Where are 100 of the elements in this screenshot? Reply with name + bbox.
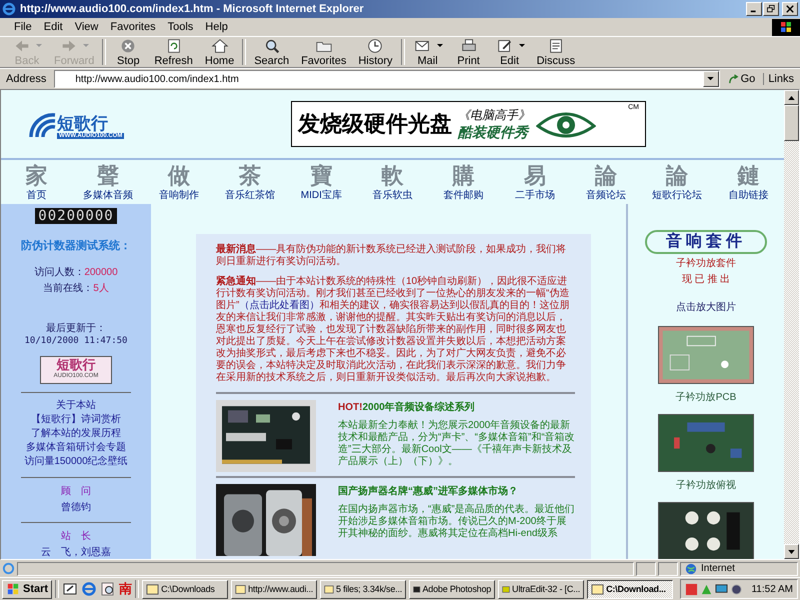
promo-text: 子衿功放套件 [676, 256, 736, 270]
section-heading: 音响套件 [645, 230, 767, 254]
updated-time: 10/10/2000 11:47:50 [24, 336, 128, 346]
desktop-icon[interactable] [62, 581, 78, 597]
app-icon [591, 582, 604, 596]
security-zone: Internet [701, 563, 735, 574]
house-icon [210, 37, 230, 55]
restore-button[interactable] [763, 2, 779, 16]
advisor-name: 曾德钧 [61, 501, 91, 514]
windows-logo-icon [6, 583, 20, 595]
links-button[interactable]: Links [763, 73, 798, 85]
discuss-button[interactable]: Discuss [530, 38, 582, 66]
admin-names: 云 飞，刘恩嘉 [41, 546, 111, 559]
article-summary: 本站最新全力奉献！为您展示2000年音频设备的最新技术和最酷产品，分为“声卡”、“多媒体音箱”和“音箱改造”三大部分。最新Cool文——《千禧年声卡新技术及产品展示（上）（下）》。 [338, 420, 575, 468]
globe-icon [685, 562, 697, 574]
visits-label: 访问人数： [34, 267, 84, 278]
sidebar-link[interactable]: 访问量150000纪念壁纸 [24, 455, 128, 469]
logo-text: 短歌行 [57, 115, 108, 133]
refresh-button[interactable]: Refresh [148, 38, 199, 66]
article-title[interactable]: HOT!2000年音频设备综述系列 [338, 400, 575, 414]
scrollbar[interactable] [784, 90, 799, 559]
taskbar-button[interactable]: C:\Download... [587, 580, 674, 598]
tray-icon[interactable] [730, 582, 744, 596]
menu-item[interactable]: Favorites [104, 21, 162, 33]
minimize-button[interactable] [746, 2, 762, 16]
windows-logo-icon [772, 18, 800, 36]
news-paragraph: 最新消息——具有防伪功能的新计数系统已经进入测试阶段，如果成功，我们将则日重新进行有奖访问活动。 [216, 244, 567, 268]
article-summary: 在国内扬声器市场，“惠威”是高品质的代表。最近他们开始涉足多媒体音箱市场。传说已久的M-200终于展开其神秘的面纱。惠威将其定位在高档Hi-end级系 [338, 504, 575, 540]
visits-value: 200000 [84, 267, 118, 278]
nav-link[interactable]: 鏈 自助链接 [712, 160, 784, 204]
scroll-down-icon [788, 550, 795, 554]
image-link[interactable]: （点击此处看图） [239, 300, 320, 311]
start-button[interactable]: Start [2, 580, 52, 598]
app-icon [324, 582, 334, 596]
nav-link[interactable]: 論 短歌行论坛 [642, 160, 713, 204]
status-pane [636, 562, 656, 576]
nav-link[interactable]: 易 二手市场 [499, 160, 570, 204]
monitor-icon[interactable] [715, 582, 728, 596]
menu-item[interactable]: Help [199, 21, 234, 33]
taskbar-button[interactable]: C:\Downloads [142, 580, 228, 598]
article-title[interactable]: 国产扬声器名牌“惠威”进军多媒体市场？ [338, 484, 575, 498]
history-button[interactable]: History [352, 38, 399, 66]
mail-button[interactable]: Mail [406, 38, 449, 66]
advisor-heading: 顾 问 [61, 485, 91, 498]
tray-icon[interactable] [685, 582, 698, 596]
restore-icon [767, 5, 775, 13]
online-label: 当前在线： [43, 283, 94, 294]
address-field[interactable]: http://www.audio100.com/index1.htm [54, 70, 720, 88]
image-caption: 子衿功放俯视 [676, 478, 736, 492]
print-button[interactable]: Print [448, 38, 489, 66]
sidebar-link[interactable]: 【短歌行】诗词赏析 [31, 413, 121, 427]
sidebar-link[interactable]: 多媒体音箱研讨会专题 [26, 441, 126, 455]
nav-link[interactable]: 做 音响制作 [143, 160, 215, 204]
hint-text: 点击放大图片 [676, 300, 736, 314]
scroll-thumb[interactable] [784, 105, 799, 141]
taskbar-button[interactable]: 5 files; 3.34k/se... [320, 580, 406, 598]
taskbar-button[interactable]: UltraEdit-32 - [C... [498, 580, 584, 598]
news-paragraph: 紧急通知——由于本站计数系统的特殊性（10秒钟自动刷新），因此很不适应进行计数有奖访问活动。刚才我们甚至已经收到了一位热心的朋友发来的一幅“伪造图片”（点击此处看图）和相关的建议，确实很容易达到以假乱真的目的！这位朋友的来信让我们非常感激，谢谢他的提醒。其实昨天贴出有奖访问的消息以后，恩寒也反复经行了试验，也发现了计数器缺陷所带来的副作用，同时很多网友也对此提出了质疑。今天上午在尝试修改计数器设置并失败以后，本想把活动方案改为抽奖形式，最后考虑下来也不稳妥。因此，为了对广大网友负责，避免不必要的误会，本站特决定及时取消此次活动，在此我们表示深深的歉意。我们力争在采用新的技术系统之后，则日重新开设类似活动。最后再次向大家说抱歉。 [216, 276, 570, 384]
go-button[interactable]: Go [724, 73, 760, 85]
sidebar-link[interactable]: 了解本站的发展历程 [31, 427, 121, 441]
clock: 11:52 AM [751, 584, 793, 594]
banner-magazine: 《电脑高手》 [458, 106, 530, 124]
go-arrow-icon [728, 74, 739, 84]
app-icon [235, 582, 246, 596]
stop-button[interactable]: Stop [108, 38, 148, 66]
app-icon [146, 582, 160, 596]
admin-heading: 站 长 [61, 530, 91, 543]
sidebar-link[interactable]: 关于本站 [56, 399, 96, 413]
nav-link[interactable]: 寶 MIDI宝库 [286, 160, 357, 204]
image-caption: 子衿功放PCB [676, 390, 736, 404]
nav-link[interactable]: 軟 音乐软虫 [356, 160, 428, 204]
home-button[interactable]: Home [198, 38, 240, 66]
search-button[interactable]: Search [248, 38, 296, 66]
taskbar-button[interactable]: http://www.audi... [231, 580, 318, 598]
updated-label: 最后更新于： [46, 322, 106, 335]
nav-link[interactable]: 購 套件邮购 [428, 160, 500, 204]
menu-item[interactable]: File [8, 21, 38, 33]
nav-link[interactable]: 論 音频论坛 [570, 160, 642, 204]
magnifier-icon[interactable] [100, 581, 116, 597]
quick-launch-icon[interactable]: 南 [119, 580, 132, 598]
address-label: Address [5, 73, 48, 85]
window-title: http://www.audio100.com/index1.htm - Microsoft Internet Explorer [20, 3, 365, 15]
close-button[interactable] [782, 2, 798, 16]
menu-item[interactable]: Tools [162, 21, 200, 33]
browser-icon [2, 2, 16, 16]
banner-product: 酷装硬件秀 [458, 124, 530, 142]
taskbar-button[interactable]: Adobe Photoshop [409, 580, 496, 598]
status-pane [658, 562, 678, 576]
favorites-button[interactable]: Favorites [295, 38, 352, 66]
menu-item[interactable]: View [68, 21, 104, 33]
close-icon [786, 5, 794, 13]
menu-item[interactable]: Edit [38, 21, 69, 33]
banner-headline: 发烧级硬件光盘 [298, 110, 452, 138]
promo-text: 现 已 推 出 [682, 272, 730, 286]
nav-link[interactable]: 家 首页 [1, 160, 72, 204]
scroll-up-icon [788, 96, 795, 100]
edit-button[interactable]: Edit [488, 38, 531, 66]
nav-link[interactable]: 聲 多媒体音频 [72, 160, 144, 204]
nav-link[interactable]: 茶 音乐红茶馆 [214, 160, 286, 204]
counter-title: 防伪计数器测试系统： [21, 238, 131, 253]
